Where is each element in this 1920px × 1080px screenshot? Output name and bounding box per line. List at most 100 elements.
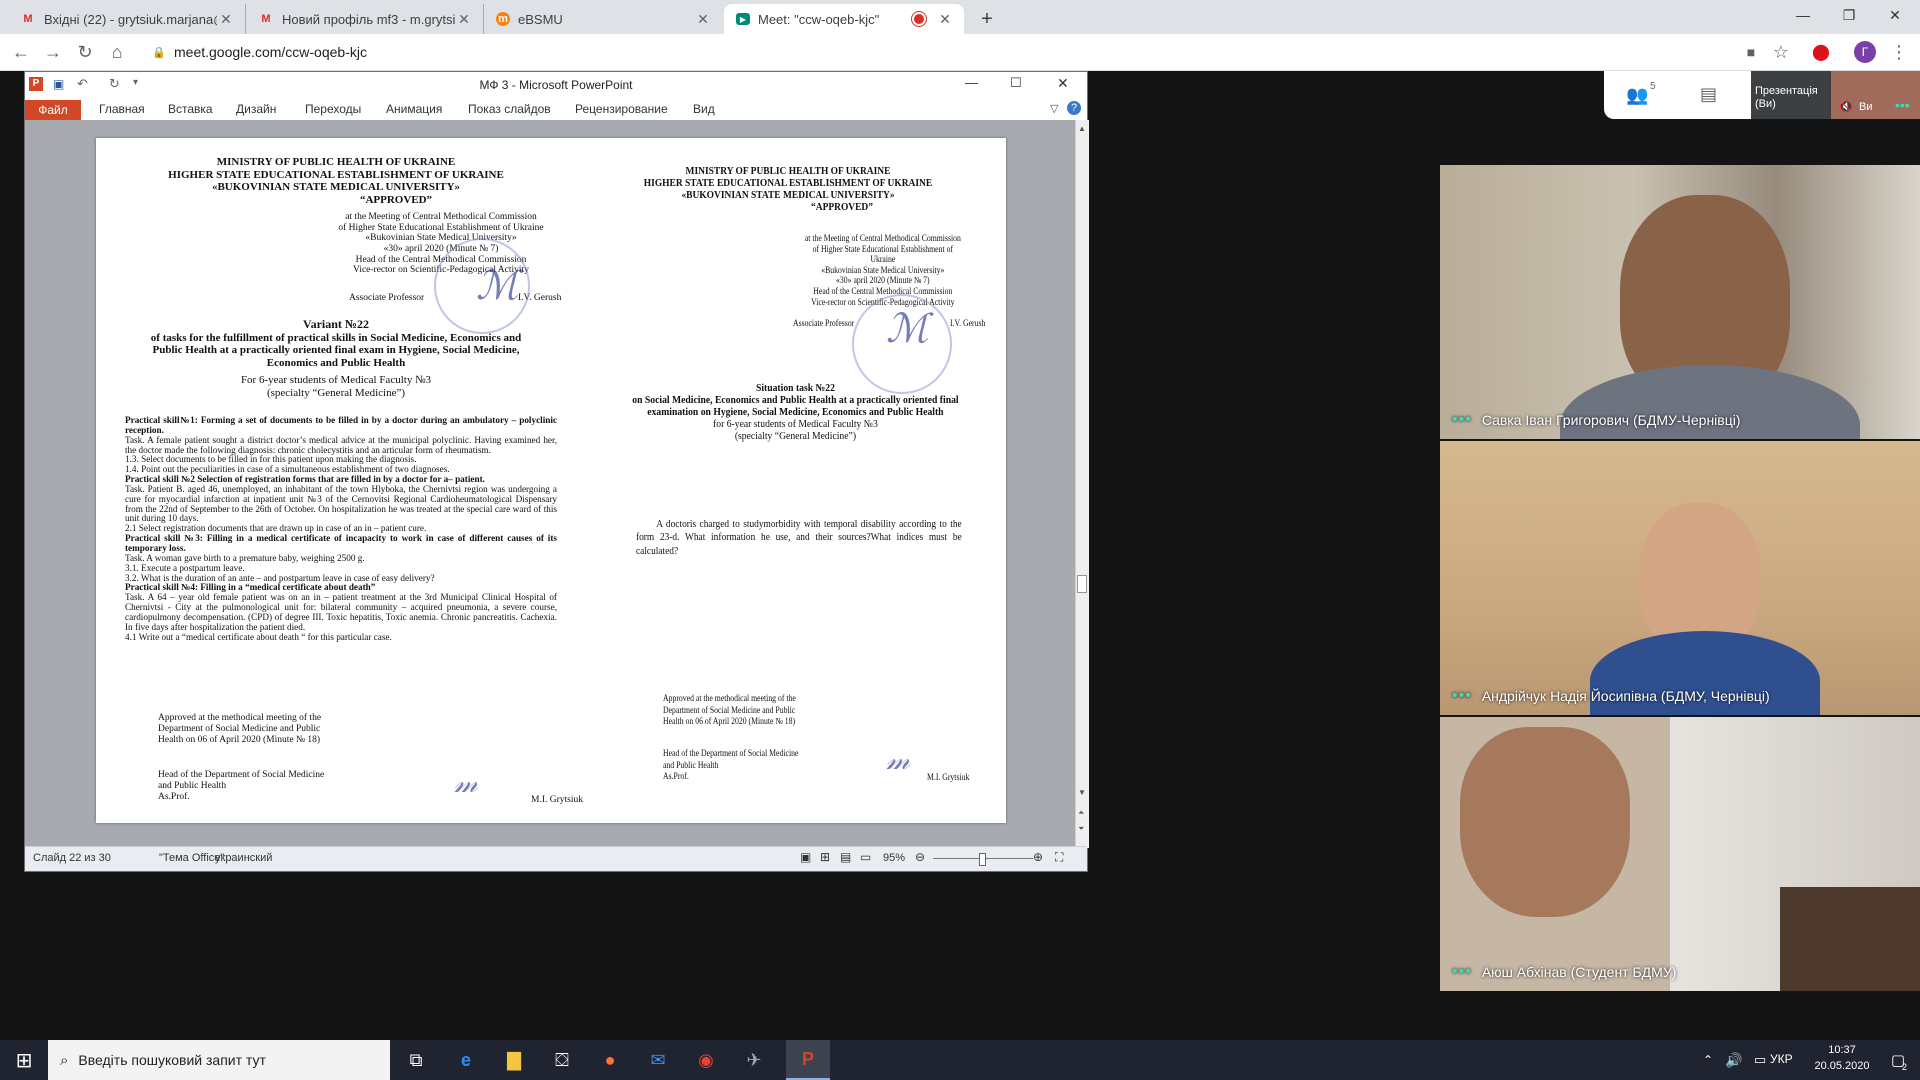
footer-line: Department of Social Medicine and Public bbox=[158, 723, 321, 734]
prev-slide-icon[interactable]: ⏶ bbox=[1078, 808, 1084, 818]
store-icon[interactable]: ⛋ bbox=[546, 1044, 578, 1076]
tab-title: Вхідні (22) - grytsiuk.marjana@b bbox=[44, 11, 217, 27]
camera-icon[interactable]: ■ bbox=[1738, 40, 1764, 64]
approved-label: “APPROVED” bbox=[359, 193, 433, 206]
people-icon[interactable]: 👥 bbox=[1626, 85, 1648, 106]
slide-canvas[interactable]: MINISTRY OF PUBLIC HEALTH OF UKRAINE HIG… bbox=[96, 138, 1006, 823]
tab-animations[interactable]: Анимация bbox=[386, 102, 442, 116]
new-tab-button[interactable]: + bbox=[972, 4, 1002, 34]
tab-slideshow[interactable]: Показ слайдов bbox=[468, 102, 551, 116]
minimize-icon[interactable]: — bbox=[965, 75, 978, 90]
app-icon[interactable]: ✈ bbox=[738, 1044, 770, 1076]
tab-ebsmu[interactable]: m eBSMU ✕ bbox=[484, 4, 722, 34]
vertical-scrollbar[interactable]: ▲ ▼ ⏶ ⏷ bbox=[1075, 120, 1089, 848]
footer-line: Head of the Department of Social Medicin… bbox=[663, 748, 799, 758]
zoom-out-icon[interactable]: ⊖ bbox=[915, 850, 925, 864]
chrome-icon[interactable]: ◉ bbox=[690, 1044, 722, 1076]
close-icon[interactable]: ✕ bbox=[694, 11, 712, 28]
avatar[interactable]: Г bbox=[1852, 40, 1878, 64]
restore-icon[interactable]: ❐ bbox=[1826, 0, 1872, 30]
close-icon[interactable]: ✕ bbox=[936, 11, 954, 28]
forward-icon[interactable]: → bbox=[40, 40, 66, 64]
next-slide-icon[interactable]: ⏷ bbox=[1078, 824, 1084, 834]
tab-meet[interactable]: ▶ Meet: "ccw-oqeb-kjc" ✕ bbox=[724, 4, 964, 34]
more-options-icon[interactable]: ••• bbox=[1452, 963, 1472, 981]
zoom-level[interactable]: 95% bbox=[883, 852, 905, 864]
ppt-title-bar: P ▣ ↶ ↻ ▾ МФ 3 - Microsoft PowerPoint — … bbox=[25, 72, 1087, 98]
tab-home[interactable]: Главная bbox=[99, 102, 145, 116]
normal-view-icon[interactable]: ▣ bbox=[800, 850, 811, 864]
left-doc-header: MINISTRY OF PUBLIC HEALTH OF UKRAINE HIG… bbox=[126, 156, 546, 207]
right-footer-name: M.I. Grytsiuk bbox=[927, 772, 970, 782]
address-bar[interactable]: 🔒 meet.google.com/ccw-oqeb-kjc bbox=[142, 39, 1722, 65]
windows-start-icon[interactable]: ⊞ bbox=[8, 1044, 40, 1076]
tab-gmail-inbox[interactable]: M Вхідні (22) - grytsiuk.marjana@b ✕ bbox=[8, 4, 246, 34]
approval-line: at the Meeting of Central Methodical Com… bbox=[804, 233, 961, 243]
participant-name-text: Андрійчук Надія Йосипівна (БДМУ, Чернівц… bbox=[1481, 688, 1770, 704]
more-options-icon[interactable]: ••• bbox=[1452, 687, 1472, 705]
home-icon[interactable]: ⌂ bbox=[104, 40, 130, 64]
bookmark-star-icon[interactable]: ☆ bbox=[1768, 40, 1794, 64]
participant-tile[interactable]: ••• Аюш Абхінав (Студент БДМУ) bbox=[1440, 717, 1920, 991]
specialty-line: (specialty “General Medicine”) bbox=[734, 431, 857, 443]
menu-kebab-icon[interactable]: ⋮ bbox=[1886, 40, 1912, 64]
footer-line: Approved at the methodical meeting of th… bbox=[158, 713, 322, 723]
help-icon[interactable]: ? bbox=[1067, 101, 1081, 115]
reload-icon[interactable]: ↻ bbox=[72, 40, 98, 64]
firefox-icon[interactable]: ● bbox=[594, 1044, 626, 1076]
mail-icon[interactable]: ✉ bbox=[642, 1044, 674, 1076]
ribbon-collapse-icon[interactable]: ▽ bbox=[1050, 102, 1058, 115]
tab-design[interactable]: Дизайн bbox=[236, 102, 276, 116]
clock[interactable]: 10:37 20.05.2020 bbox=[1806, 1043, 1878, 1075]
zoom-in-icon[interactable]: ⊕ bbox=[1033, 850, 1043, 864]
left-footer-approved: Approved at the methodical meeting of th… bbox=[158, 713, 321, 746]
meet-header: 👥 5 ▤ Презентація (Ви) 🔇 Ви ••• bbox=[1604, 71, 1920, 119]
file-tab[interactable]: Файл bbox=[25, 100, 81, 120]
tab-insert[interactable]: Вставка bbox=[168, 102, 213, 116]
close-window-icon[interactable]: ✕ bbox=[1057, 75, 1069, 92]
header-line: MINISTRY OF PUBLIC HEALTH OF UKRAINE bbox=[216, 156, 456, 168]
footer-line: Head of the Department of Social Medicin… bbox=[158, 770, 325, 780]
close-window-icon[interactable]: ✕ bbox=[1872, 0, 1918, 30]
presentation-tile[interactable]: Презентація (Ви) bbox=[1751, 71, 1831, 119]
more-options-icon[interactable]: ••• bbox=[1895, 97, 1910, 113]
slideshow-view-icon[interactable]: ▭ bbox=[860, 850, 871, 864]
tab-gmail-profile[interactable]: M Новий профіль mf3 - m.grytsiuk ✕ bbox=[246, 4, 484, 34]
edge-icon[interactable]: e bbox=[450, 1044, 482, 1076]
self-view-tile[interactable]: 🔇 Ви ••• bbox=[1831, 71, 1920, 119]
tab-review[interactable]: Рецензирование bbox=[575, 102, 668, 116]
approval-line: «Bukovinian State Medical University» bbox=[821, 264, 945, 275]
scroll-down-icon[interactable]: ▼ bbox=[1078, 788, 1086, 797]
footer-line: Department of Social Medicine and Public bbox=[663, 704, 796, 715]
sorter-view-icon[interactable]: ⊞ bbox=[820, 850, 830, 864]
language-indicator[interactable]: УКР bbox=[1770, 1052, 1793, 1066]
scroll-thumb[interactable] bbox=[1077, 575, 1087, 593]
right-doc-task-text: A doctoris charged to studymorbidity wit… bbox=[636, 519, 962, 557]
powerpoint-taskbar-icon[interactable]: P bbox=[786, 1040, 830, 1080]
reading-view-icon[interactable]: ▤ bbox=[840, 850, 851, 864]
language-indicator[interactable]: украинский bbox=[215, 852, 272, 864]
tab-transitions[interactable]: Переходы bbox=[305, 102, 361, 116]
maximize-icon[interactable]: ☐ bbox=[1010, 75, 1022, 91]
variant-title: Variant №22 bbox=[303, 317, 369, 331]
participant-name: ••• Андрійчук Надія Йосипівна (БДМУ, Чер… bbox=[1452, 687, 1770, 705]
participant-name-text: Аюш Абхінав (Студент БДМУ) bbox=[1481, 964, 1677, 980]
participant-tile[interactable]: ••• Савка Іван Григорович (БДМУ-Чернівці… bbox=[1440, 165, 1920, 439]
participant-tile[interactable]: ••• Андрійчук Надія Йосипівна (БДМУ, Чер… bbox=[1440, 441, 1920, 715]
chat-icon[interactable]: ▤ bbox=[1700, 84, 1717, 105]
close-icon[interactable]: ✕ bbox=[217, 11, 235, 28]
scroll-up-icon[interactable]: ▲ bbox=[1078, 124, 1086, 133]
back-icon[interactable]: ← bbox=[8, 40, 34, 64]
task-view-icon[interactable]: ⧉ bbox=[400, 1044, 432, 1076]
notification-icon[interactable]: ▢ bbox=[1882, 1044, 1914, 1076]
opera-extension-icon[interactable]: ⬤ bbox=[1808, 40, 1834, 64]
close-icon[interactable]: ✕ bbox=[455, 11, 473, 28]
more-options-icon[interactable]: ••• bbox=[1452, 411, 1472, 429]
tab-view[interactable]: Вид bbox=[693, 102, 715, 116]
minimize-icon[interactable]: — bbox=[1780, 0, 1826, 30]
file-explorer-icon[interactable]: ▇ bbox=[498, 1044, 530, 1076]
taskbar-search[interactable]: ⌕ Введіть пошуковий запит тут bbox=[48, 1040, 390, 1080]
gmail-icon: M bbox=[261, 13, 271, 25]
zoom-slider-thumb[interactable] bbox=[979, 853, 986, 866]
fit-to-window-icon[interactable]: ⛶ bbox=[1055, 850, 1063, 865]
